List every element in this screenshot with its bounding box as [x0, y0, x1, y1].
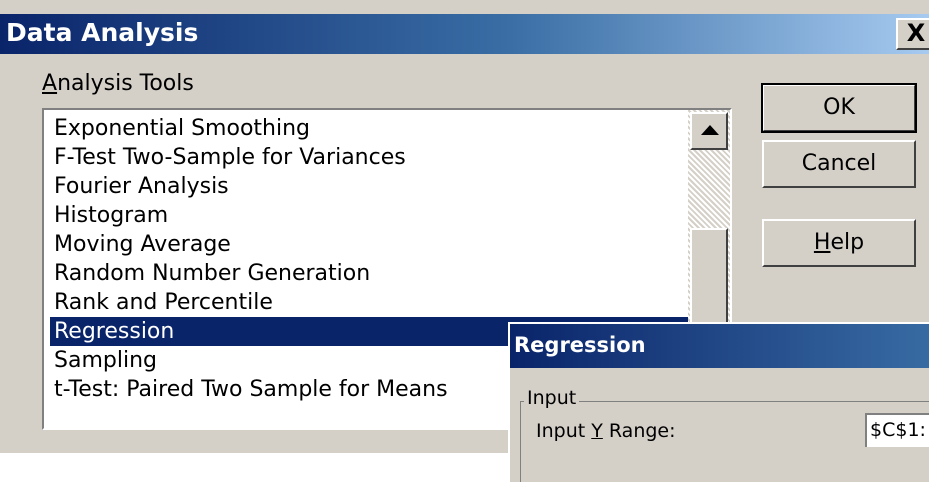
close-icon[interactable]: X: [896, 18, 929, 50]
list-item[interactable]: Rank and Percentile: [50, 288, 690, 317]
regression-title-bar[interactable]: Regression: [510, 324, 929, 368]
input-y-range-post: Range:: [602, 420, 676, 442]
list-item[interactable]: Histogram: [50, 201, 690, 230]
data-analysis-dialog: Data Analysis X Analysis Tools Exponenti…: [0, 0, 929, 482]
scroll-up-icon[interactable]: [690, 112, 728, 150]
input-group-label: Input: [524, 387, 580, 409]
analysis-tools-label-text: nalysis Tools: [57, 71, 194, 96]
list-item[interactable]: Fourier Analysis: [50, 172, 690, 201]
list-item[interactable]: F-Test Two-Sample for Variances: [50, 143, 690, 172]
list-item[interactable]: Random Number Generation: [50, 259, 690, 288]
input-y-range-pre: Input: [536, 420, 592, 442]
title-bar[interactable]: Data Analysis X: [0, 14, 929, 54]
dialog-title: Data Analysis: [6, 18, 199, 47]
input-y-range-accel: Y: [591, 420, 603, 442]
analysis-tools-label: Analysis Tools: [42, 71, 194, 96]
input-y-range-label: Input Y Range:: [536, 420, 676, 442]
ok-button[interactable]: OK: [761, 83, 917, 133]
regression-dialog: Regression Input Input Y Range: $C$1:: [508, 322, 929, 482]
regression-title: Regression: [514, 333, 646, 357]
list-item[interactable]: Exponential Smoothing: [50, 114, 690, 143]
cancel-button[interactable]: Cancel: [762, 140, 916, 188]
input-y-range-field[interactable]: $C$1:: [865, 413, 929, 447]
help-button-text: elp: [830, 230, 865, 255]
help-button[interactable]: Help: [762, 219, 916, 267]
list-item[interactable]: Moving Average: [50, 230, 690, 259]
help-button-accel: H: [813, 230, 831, 255]
analysis-tools-label-accel: A: [42, 71, 58, 96]
